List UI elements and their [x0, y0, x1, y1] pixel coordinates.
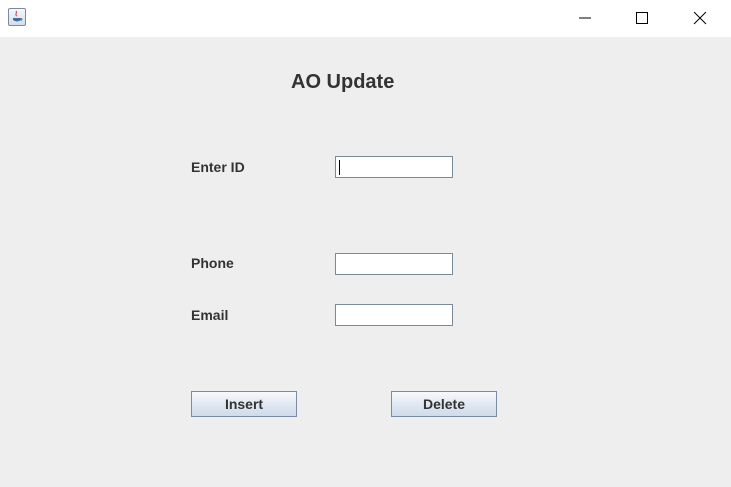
- title-bar: [0, 0, 731, 37]
- content-panel: AO Update Enter ID Phone Email Insert De…: [0, 37, 731, 487]
- minimize-icon: [579, 17, 591, 19]
- enter-id-field[interactable]: [335, 156, 453, 178]
- insert-button[interactable]: Insert: [191, 391, 297, 417]
- maximize-icon: [636, 12, 648, 24]
- email-label: Email: [191, 307, 229, 323]
- delete-button[interactable]: Delete: [391, 391, 497, 417]
- maximize-button[interactable]: [613, 0, 671, 36]
- email-field[interactable]: [335, 304, 453, 326]
- app-window: AO Update Enter ID Phone Email Insert De…: [0, 0, 731, 487]
- text-caret: [339, 160, 340, 175]
- java-app-icon[interactable]: [8, 8, 26, 26]
- enter-id-label: Enter ID: [191, 159, 245, 175]
- close-icon: [693, 11, 707, 25]
- phone-field[interactable]: [335, 253, 453, 275]
- page-title: AO Update: [291, 71, 395, 93]
- minimize-button[interactable]: [556, 0, 614, 36]
- close-button[interactable]: [671, 0, 729, 36]
- phone-label: Phone: [191, 255, 234, 271]
